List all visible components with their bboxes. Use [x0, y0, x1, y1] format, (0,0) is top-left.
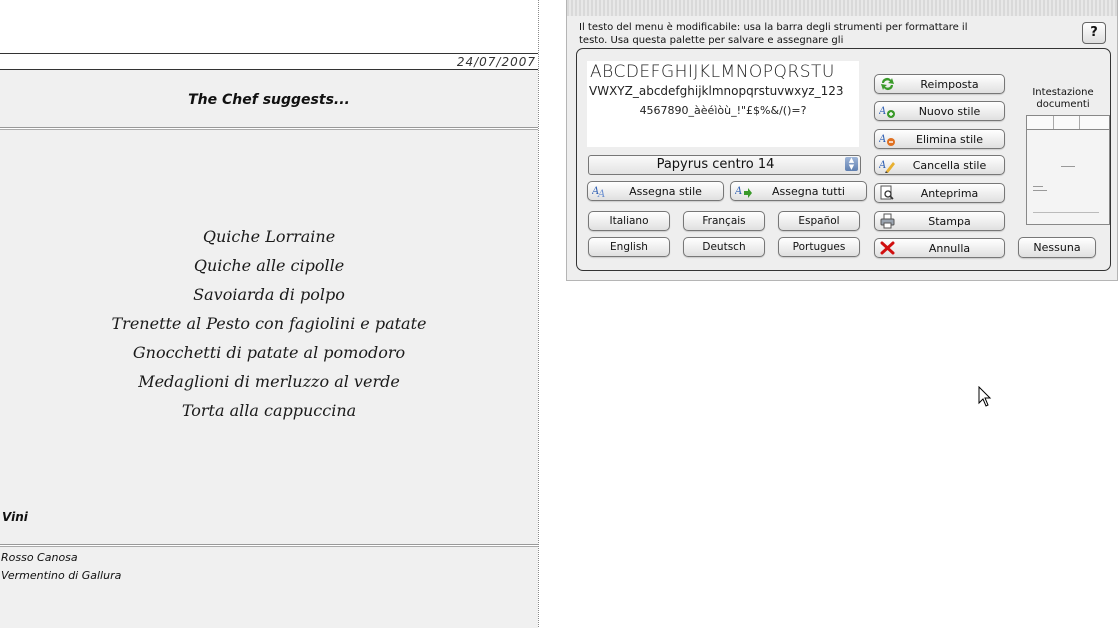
printer-icon — [880, 213, 895, 229]
svg-text:A: A — [879, 134, 886, 145]
dish-item[interactable]: Trenette al Pesto con fagiolini e patate — [0, 309, 538, 338]
delete-style-icon: A — [879, 134, 895, 146]
cancel-button[interactable]: Annulla — [874, 238, 1005, 258]
dish-item[interactable]: Quiche alle cipolle — [0, 251, 538, 280]
delete-style-button[interactable]: A Elimina stile — [874, 129, 1005, 149]
palette-titlebar[interactable] — [567, 0, 1117, 16]
menu-title[interactable]: The Chef suggests... — [0, 92, 538, 108]
lang-button-italiano[interactable]: Italiano — [588, 211, 670, 231]
header-docs-label: Intestazione documenti — [1032, 87, 1094, 110]
lang-label: Français — [702, 215, 746, 227]
updown-arrows-icon[interactable]: ▲ ▼ — [845, 157, 858, 171]
wine-item[interactable]: Rosso Canosa — [0, 549, 538, 567]
lang-button-deutsch[interactable]: Deutsch — [683, 237, 765, 257]
assign-all-button[interactable]: A Assegna tutti — [730, 181, 867, 201]
help-button[interactable]: ? — [1082, 22, 1106, 44]
reset-label: Reimposta — [920, 78, 979, 91]
date-row: 24/07/2007 — [0, 53, 538, 70]
dishes-section[interactable]: Quiche Lorraine Quiche alle cipolle Savo… — [0, 129, 538, 507]
none-button[interactable]: Nessuna — [1018, 237, 1096, 258]
magnifier-page-icon — [880, 185, 894, 200]
dish-item[interactable]: Medaglioni di merluzzo al verde — [0, 367, 538, 396]
dish-item[interactable]: Gnocchetti di patate al pomodoro — [0, 338, 538, 367]
svg-text:A: A — [879, 106, 886, 117]
palette-panel: ABCDEFGHIJKLMNOPQRSTU VWXYZ_abcdefghijkl… — [576, 48, 1111, 271]
font-assign-all-icon: A — [735, 186, 752, 198]
lang-label: English — [610, 241, 648, 253]
lang-label: Portugues — [792, 241, 846, 253]
lang-label: Deutsch — [702, 241, 746, 253]
lang-button-espanol[interactable]: Español — [778, 211, 860, 231]
svg-text:A: A — [735, 186, 742, 197]
menu-document: 24/07/2007 The Chef suggests... Quiche L… — [0, 0, 539, 628]
preview-label: Anteprima — [920, 187, 979, 200]
font-preview: ABCDEFGHIJKLMNOPQRSTU VWXYZ_abcdefghijkl… — [587, 61, 859, 147]
menu-date[interactable]: 24/07/2007 — [457, 55, 536, 69]
wine-section-header[interactable]: Vini — [0, 506, 538, 545]
new-style-button[interactable]: A Nuovo stile — [874, 101, 1005, 121]
lang-button-english[interactable]: English — [588, 237, 670, 257]
cancel-label: Annulla — [928, 242, 971, 255]
wine-section-title[interactable]: Vini — [2, 510, 28, 524]
wine-item[interactable]: Vermentino di Gallura — [0, 567, 538, 585]
dish-item[interactable]: Torta alla cappuccina — [0, 396, 538, 425]
font-assign-icon: A A — [592, 186, 605, 199]
assign-style-label: Assegna stile — [629, 185, 702, 198]
print-button[interactable]: Stampa — [874, 211, 1005, 231]
assign-all-label: Assegna tutti — [772, 185, 845, 198]
dish-list: Quiche Lorraine Quiche alle cipolle Savo… — [0, 222, 538, 425]
lang-button-portugues[interactable]: Portugues — [778, 237, 860, 257]
clear-style-button[interactable]: A Cancella stile — [874, 155, 1005, 175]
preview-button[interactable]: Anteprima — [874, 183, 1005, 203]
lang-label: Español — [798, 215, 840, 227]
svg-text:A: A — [879, 160, 886, 171]
font-preview-line: VWXYZ_abcdefghijklmnopqrstuvwxyz_123 — [589, 84, 844, 98]
reset-button[interactable]: Reimposta — [874, 74, 1005, 94]
none-label: Nessuna — [1033, 241, 1081, 254]
lang-label: Italiano — [609, 215, 649, 227]
font-preview-line: 4567890_àèéìòù_!"£$%&/()=? — [639, 104, 807, 117]
style-palette: Il testo del menu è modificabile: usa la… — [566, 0, 1118, 281]
dish-item[interactable]: Savoiarda di polpo — [0, 280, 538, 309]
assign-style-button[interactable]: A A Assegna stile — [587, 181, 724, 201]
wine-list[interactable]: Rosso Canosa Vermentino di Gallura — [0, 546, 538, 628]
clear-style-label: Cancella stile — [912, 159, 987, 172]
mouse-cursor-icon — [978, 386, 992, 407]
palette-hint: Il testo del menu è modificabile: usa la… — [579, 22, 968, 46]
print-label: Stampa — [928, 215, 971, 228]
header-thumbnail[interactable] — [1026, 115, 1110, 225]
new-style-label: Nuovo stile — [918, 105, 981, 118]
refresh-arrows-icon — [881, 78, 894, 90]
title-section[interactable]: The Chef suggests... — [0, 70, 538, 128]
pencil-eraser-icon: A — [879, 160, 895, 173]
delete-style-label: Elimina stile — [916, 133, 983, 146]
dish-item[interactable]: Quiche Lorraine — [0, 222, 538, 251]
svg-text:A: A — [597, 189, 605, 199]
style-select[interactable]: Papyrus centro 14 ▲ ▼ — [588, 155, 861, 175]
style-select-value: Papyrus centro 14 — [656, 157, 775, 172]
red-x-icon — [880, 241, 895, 255]
new-style-icon: A — [879, 106, 895, 118]
lang-button-francais[interactable]: Français — [683, 211, 765, 231]
thumbnail-header-bar — [1027, 116, 1109, 130]
font-preview-line: ABCDEFGHIJKLMNOPQRSTU — [590, 62, 835, 82]
